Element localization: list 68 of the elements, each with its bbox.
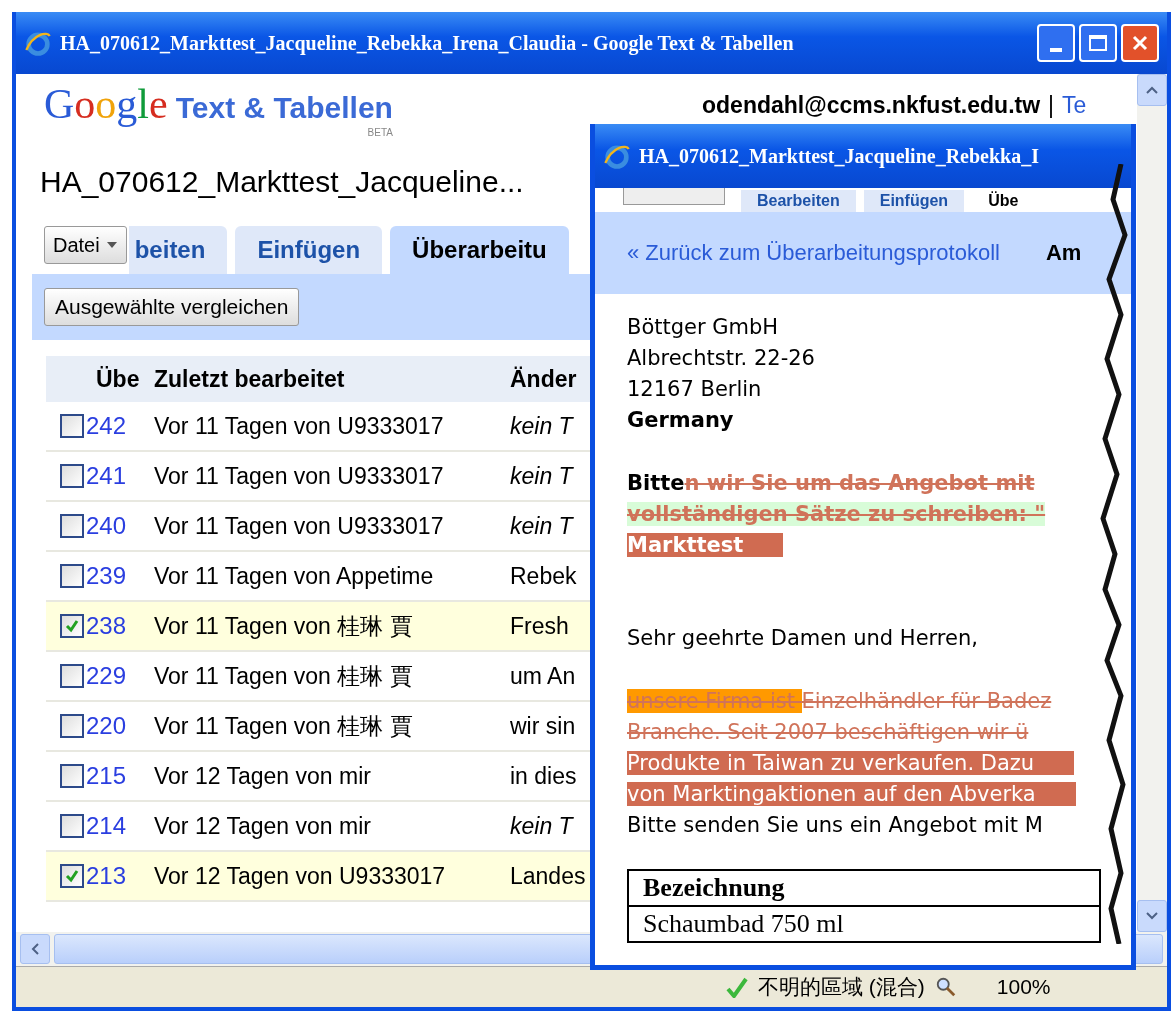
- file-menu-button[interactable]: Datei: [44, 226, 127, 264]
- table-cell-text: Vor 11 Tagen von U9333017: [154, 512, 445, 540]
- document-text: Albrechtstr. 22-26: [627, 346, 815, 370]
- revision-link[interactable]: 214: [86, 812, 127, 840]
- table-cell-text: Rebek: [510, 562, 578, 590]
- table-cell-text: Fresh: [510, 612, 570, 640]
- deleted-text: n wir Sie um das Angebot mit: [684, 471, 1035, 495]
- table-header: Bezeichnung: [629, 871, 1099, 907]
- revision-link[interactable]: 215: [86, 762, 127, 790]
- revision-link[interactable]: 241: [86, 462, 127, 490]
- document-text: Germany: [627, 408, 734, 432]
- window-title: HA_070612_Markttest_Jacqueline_Rebekka_I: [639, 144, 1039, 168]
- compare-button[interactable]: Ausgewählte vergleichen: [44, 288, 300, 326]
- deleted-text: Branche. Seit 2007 beschäftigen wir ü: [627, 720, 1029, 744]
- separator-text: |: [1048, 92, 1055, 119]
- tab[interactable]: Bearbeiten: [741, 190, 856, 212]
- document-text: Böttger GmbH: [627, 315, 779, 339]
- table-cell-text: Vor 11 Tagen von Appetime: [154, 562, 435, 590]
- deleted-text: vollständigen Sätze zu schreiben: ": [627, 502, 1046, 526]
- inserted-text: Produkte in Taiwan zu verkaufen. Dazu: [627, 751, 1075, 775]
- table-cell-text: kein T: [510, 512, 575, 540]
- revision-link[interactable]: 242: [86, 412, 127, 440]
- zoom-level-text[interactable]: 100%: [996, 975, 1051, 999]
- table-cell-text: Vor 12 Tagen von U9333017: [154, 862, 447, 890]
- table-cell-text: Vor 11 Tagen von 桂琳 賈: [154, 611, 414, 641]
- deleted-text: Einzelhändler für Badez: [801, 689, 1052, 713]
- table-cell-text: wir sin: [510, 712, 577, 740]
- revision-link[interactable]: 220: [86, 712, 127, 740]
- security-zone-text: 不明的區域 (混合): [758, 974, 925, 1000]
- google-logo: Google Text & Tabellen BETA: [44, 80, 393, 140]
- document-text: Bitte: [627, 471, 685, 495]
- inserted-text: von Marktingaktionen auf den Abverka: [627, 782, 1076, 806]
- header-link[interactable]: Te: [1062, 92, 1087, 119]
- column-header: Übe: [95, 365, 141, 393]
- revision-link[interactable]: 229: [86, 662, 127, 690]
- column-header: Zuletzt bearbeitet: [154, 365, 346, 393]
- table-cell-text: kein T: [510, 812, 575, 840]
- table-cell-text: Vor 11 Tagen von U9333017: [154, 412, 445, 440]
- document-text: Bitte senden Sie uns ein Angebot mit M: [627, 813, 1043, 837]
- revision-link[interactable]: 238: [86, 612, 127, 640]
- table-cell-text: um An: [510, 662, 577, 690]
- deleted-text: unsere Firma ist: [627, 689, 802, 713]
- table-cell-text: Schaumbad 750 ml: [642, 908, 845, 940]
- column-header: Änder: [510, 365, 578, 393]
- tab[interactable]: Einfügen: [863, 190, 965, 212]
- table-cell-text: kein T: [510, 412, 575, 440]
- document-text: Sehr geehrte Damen und Herren,: [627, 626, 978, 650]
- revision-link[interactable]: 213: [86, 862, 127, 890]
- document-title: HA_070612_Markttest_Jacqueline...: [39, 164, 525, 200]
- tab[interactable]: Überarbeitu: [390, 226, 569, 274]
- table-cell-text: Vor 12 Tagen von mir: [154, 812, 372, 840]
- section-label: Am: [1045, 240, 1082, 266]
- table-cell-text: Vor 11 Tagen von 桂琳 賈: [154, 711, 414, 741]
- revision-link[interactable]: 239: [86, 562, 127, 590]
- table-cell-text: kein T: [510, 462, 575, 490]
- table-cell-text: in dies: [510, 762, 578, 790]
- user-email: odendahl@ccms.nkfust.edu.tw: [702, 92, 1041, 119]
- table-cell-text: Vor 11 Tagen von U9333017: [154, 462, 445, 490]
- revision-link[interactable]: 240: [86, 512, 127, 540]
- inserted-text: Markttest: [627, 533, 784, 557]
- document-text: 12167 Berlin: [627, 377, 762, 401]
- tab[interactable]: Einfügen: [235, 226, 383, 274]
- window-title: HA_070612_Markttest_Jacqueline_Rebekka_Irena_Claudia - Google Text & Tabellen: [60, 31, 794, 55]
- table-cell-text: Vor 12 Tagen von mir: [154, 762, 372, 790]
- table-cell-text: Vor 11 Tagen von 桂琳 賈: [154, 661, 414, 691]
- table-cell-text: Landes: [510, 862, 587, 890]
- back-link[interactable]: « Zurück zum Überarbeitungsprotokoll: [627, 240, 1000, 266]
- tab[interactable]: beiten: [128, 226, 228, 274]
